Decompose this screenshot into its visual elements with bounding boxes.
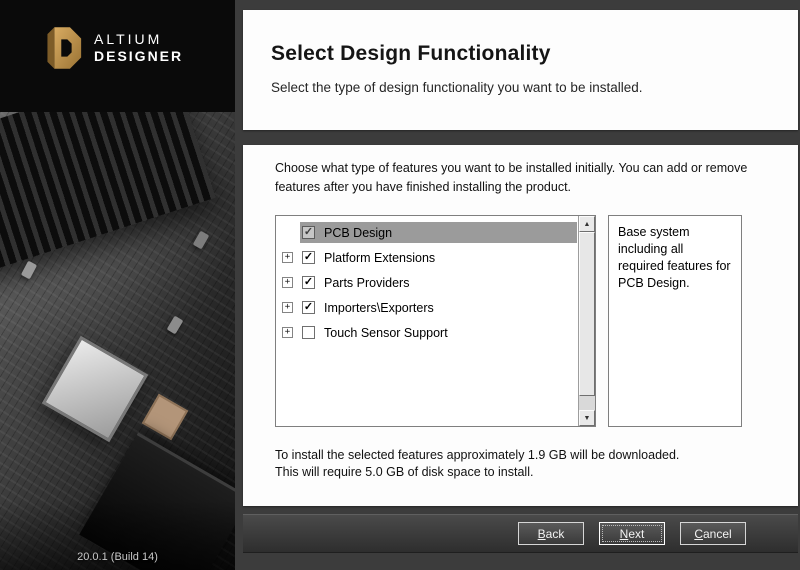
feature-description: Base system including all required featu…: [608, 215, 742, 427]
brand-product: DESIGNER: [94, 48, 183, 66]
feature-row-selection: ✓ Platform Extensions: [300, 247, 577, 268]
feature-row[interactable]: + ✓ Importers\Exporters: [276, 295, 578, 320]
intro-text: Choose what type of features you want to…: [275, 159, 787, 197]
pcb-photo-heatsink: [0, 112, 216, 275]
next-button[interactable]: Next: [599, 522, 665, 545]
pcb-photo-chip: [42, 336, 149, 443]
feature-row-selection: ✓ Parts Providers: [300, 272, 577, 293]
brand-panel: ALTIUM DESIGNER 20.0.1 (Build 14): [0, 0, 235, 570]
cancel-button-label: Cancel: [681, 527, 745, 541]
feature-row[interactable]: + ✓ Platform Extensions: [276, 245, 578, 270]
page-subtitle: Select the type of design functionality …: [271, 80, 798, 95]
scroll-down-button[interactable]: ▼: [579, 410, 595, 426]
expand-icon[interactable]: +: [282, 252, 293, 263]
next-button-label: Next: [600, 527, 664, 541]
feature-row[interactable]: + Touch Sensor Support: [276, 320, 578, 345]
page-title: Select Design Functionality: [271, 42, 798, 66]
feature-checkbox[interactable]: ✓: [302, 226, 315, 239]
feature-list: ✓ PCB Design + ✓ Platform Extensions + ✓ Parts …: [276, 216, 578, 426]
back-button[interactable]: Back: [518, 522, 584, 545]
scrollbar-thumb[interactable]: [579, 232, 595, 396]
feature-checkbox[interactable]: ✓: [302, 276, 315, 289]
feature-label: Importers\Exporters: [324, 301, 434, 315]
feature-row-selection: Touch Sensor Support: [300, 322, 577, 343]
pcb-photo: [0, 112, 235, 570]
feature-label: Touch Sensor Support: [324, 326, 448, 340]
content-panel: Choose what type of features you want to…: [243, 145, 798, 506]
header-panel: Select Design Functionality Select the t…: [243, 10, 798, 130]
feature-label: Parts Providers: [324, 276, 409, 290]
feature-row[interactable]: ✓ PCB Design: [276, 220, 578, 245]
disk-note: This will require 5.0 GB of disk space t…: [275, 465, 679, 479]
brand-wordmark: ALTIUM DESIGNER: [94, 31, 183, 66]
feature-label: Platform Extensions: [324, 251, 435, 265]
installer-window: ALTIUM DESIGNER 20.0.1 (Build 14) Select…: [0, 0, 800, 570]
expand-icon[interactable]: +: [282, 302, 293, 313]
pcb-photo-small-chip: [142, 394, 188, 440]
feature-checkbox[interactable]: ✓: [302, 251, 315, 264]
altium-logo-icon: [44, 26, 82, 70]
pcb-photo-capacitor: [193, 231, 210, 250]
pcb-photo-capacitor: [21, 261, 37, 280]
version-label: 20.0.1 (Build 14): [0, 551, 235, 563]
scrollbar[interactable]: ▲ ▼: [578, 216, 595, 426]
cancel-button[interactable]: Cancel: [680, 522, 746, 545]
feature-row-selection: ✓ PCB Design: [300, 222, 577, 243]
scroll-down-icon: ▼: [584, 415, 591, 422]
expand-icon[interactable]: +: [282, 277, 293, 288]
feature-checkbox[interactable]: [302, 326, 315, 339]
expand-icon[interactable]: +: [282, 327, 293, 338]
pcb-photo-capacitor: [167, 316, 184, 335]
logo-area: ALTIUM DESIGNER: [44, 26, 183, 70]
footer-bar: Back Next Cancel: [243, 514, 798, 553]
scroll-up-button[interactable]: ▲: [579, 216, 595, 232]
feature-label: PCB Design: [324, 226, 392, 240]
brand-name: ALTIUM: [94, 31, 183, 49]
install-notes: To install the selected features approxi…: [275, 448, 679, 482]
feature-row-selection: ✓ Importers\Exporters: [300, 297, 577, 318]
back-button-label: Back: [519, 527, 583, 541]
pcb-photo-connector: [79, 432, 235, 570]
download-note: To install the selected features approxi…: [275, 448, 679, 462]
feature-checkbox[interactable]: ✓: [302, 301, 315, 314]
feature-listbox: ✓ PCB Design + ✓ Platform Extensions + ✓ Parts …: [275, 215, 596, 427]
feature-row[interactable]: + ✓ Parts Providers: [276, 270, 578, 295]
scroll-up-icon: ▲: [584, 221, 591, 228]
